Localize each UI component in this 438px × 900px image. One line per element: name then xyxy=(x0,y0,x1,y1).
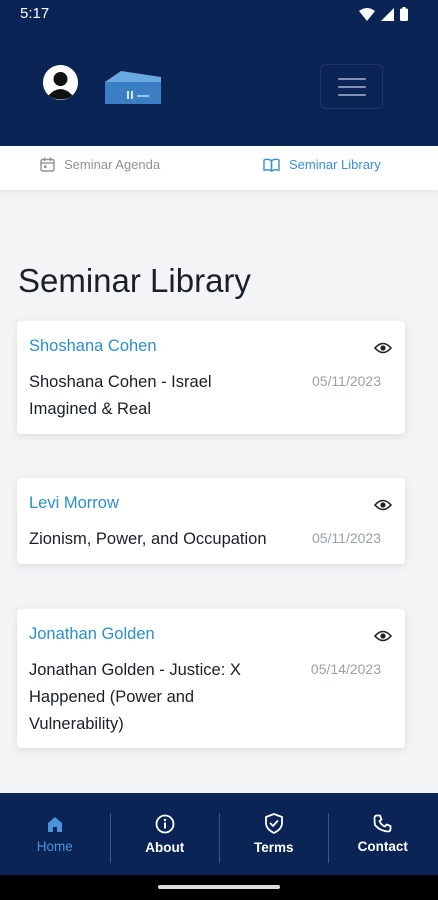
eye-icon[interactable] xyxy=(374,499,392,511)
nav-terms[interactable]: Terms xyxy=(219,793,329,875)
status-icons xyxy=(359,7,408,21)
menu-bar xyxy=(337,77,366,80)
shield-check-icon xyxy=(264,813,283,834)
menu-bar xyxy=(337,93,366,96)
calendar-icon xyxy=(40,157,55,172)
card-title: Shoshana Cohen - Israel Imagined & Real xyxy=(29,369,212,423)
card-date: 05/11/2023 xyxy=(311,373,381,389)
phone-icon xyxy=(373,814,392,833)
home-icon xyxy=(47,816,62,832)
logo-icon[interactable] xyxy=(103,69,161,105)
app-header xyxy=(0,28,438,146)
card-title-line: Zionism, Power, and Occupation xyxy=(29,530,267,548)
nav-label: Contact xyxy=(357,839,408,854)
system-gesture-bar xyxy=(0,875,438,900)
nav-label: Terms xyxy=(253,840,294,855)
menu-button[interactable] xyxy=(320,64,383,109)
card-title: Zionism, Power, and Occupation xyxy=(29,526,267,553)
card-title-line: Vulnerability) xyxy=(29,715,124,733)
nav-home[interactable]: Home xyxy=(0,793,110,875)
avatar[interactable] xyxy=(43,65,78,100)
signal-icon xyxy=(381,7,394,21)
card-date: 05/11/2023 xyxy=(311,530,381,546)
card-title-line: Jonathan Golden - Justice: X xyxy=(29,661,241,679)
nav-contact[interactable]: Contact xyxy=(328,793,438,875)
nav-about[interactable]: About xyxy=(110,793,220,875)
status-time: 5:17 xyxy=(20,5,50,22)
seminar-card[interactable]: Levi Morrow Zionism, Power, and Occupati… xyxy=(17,478,405,564)
wifi-icon xyxy=(359,7,375,21)
user-icon xyxy=(43,65,78,100)
bottom-nav: Home About Terms Contact xyxy=(0,793,438,875)
tab-seminar-agenda[interactable]: Seminar Agenda xyxy=(40,157,160,172)
card-author[interactable]: Shoshana Cohen xyxy=(29,337,157,356)
tab-bar: Seminar Agenda Seminar Library xyxy=(0,146,438,190)
tab-label: Seminar Agenda xyxy=(64,157,161,172)
card-title: Jonathan Golden - Justice: X Happened (P… xyxy=(29,657,241,738)
card-date: 05/14/2023 xyxy=(310,661,381,677)
gesture-handle[interactable] xyxy=(158,885,280,889)
nav-label: About xyxy=(145,839,185,855)
tab-seminar-library[interactable]: Seminar Library xyxy=(263,157,381,172)
battery-icon xyxy=(400,7,408,21)
page-title: Seminar Library xyxy=(18,262,251,299)
card-title-line: Shoshana Cohen - Israel xyxy=(29,373,212,391)
menu-bar xyxy=(337,85,366,88)
info-icon xyxy=(155,814,175,833)
card-author[interactable]: Levi Morrow xyxy=(29,494,119,513)
nav-label: Home xyxy=(36,838,73,854)
card-title-line: Happened (Power and xyxy=(29,688,195,706)
status-bar: 5:17 xyxy=(0,0,438,28)
card-author[interactable]: Jonathan Golden xyxy=(29,625,155,644)
seminar-card[interactable]: Shoshana Cohen Shoshana Cohen - Israel I… xyxy=(17,321,405,434)
tab-label: Seminar Library xyxy=(289,157,381,172)
book-icon xyxy=(263,158,280,172)
eye-icon[interactable] xyxy=(374,630,392,642)
eye-icon[interactable] xyxy=(374,342,392,354)
card-title-line: Imagined & Real xyxy=(29,400,151,418)
seminar-card[interactable]: Jonathan Golden Jonathan Golden - Justic… xyxy=(17,609,405,748)
